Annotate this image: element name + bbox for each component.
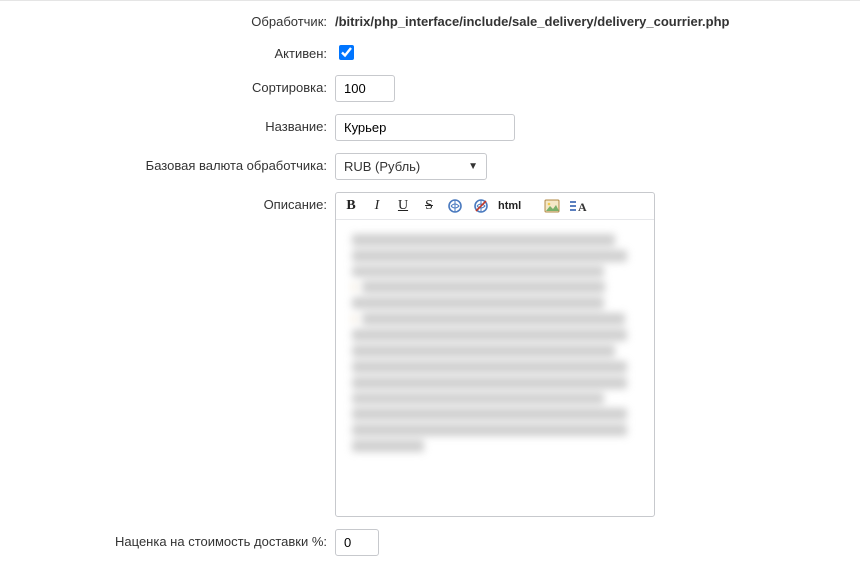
label-sort: Сортировка:: [0, 75, 335, 95]
bold-button[interactable]: B: [342, 197, 360, 215]
blurred-text-placeholder: [352, 234, 638, 452]
markup-input[interactable]: [335, 529, 379, 556]
label-name: Название:: [0, 114, 335, 134]
row-markup: Наценка на стоимость доставки %:: [0, 529, 860, 556]
currency-selected-value: RUB (Рубль): [344, 159, 420, 174]
delivery-handler-form: Обработчик: /bitrix/php_interface/includ…: [0, 0, 860, 584]
underline-button[interactable]: U: [394, 197, 412, 215]
rich-text-editor: B I U S html A: [335, 192, 655, 517]
handler-path-value: /bitrix/php_interface/include/sale_deliv…: [335, 9, 860, 29]
unlink-icon[interactable]: [472, 197, 490, 215]
row-active: Активен:: [0, 41, 860, 63]
chevron-down-icon: ▼: [468, 161, 478, 172]
editor-content[interactable]: [336, 220, 654, 516]
row-handler: Обработчик: /bitrix/php_interface/includ…: [0, 9, 860, 29]
row-currency: Базовая валюта обработчика: RUB (Рубль) …: [0, 153, 860, 180]
label-handler: Обработчик:: [0, 9, 335, 29]
label-active: Активен:: [0, 41, 335, 61]
row-description: Описание: B I U S html: [0, 192, 860, 517]
label-markup: Наценка на стоимость доставки %:: [0, 529, 335, 549]
active-checkbox[interactable]: [339, 45, 354, 60]
label-description: Описание:: [0, 192, 335, 212]
svg-text:A: A: [578, 200, 587, 213]
row-sort: Сортировка:: [0, 75, 860, 102]
link-icon[interactable]: [446, 197, 464, 215]
currency-select[interactable]: RUB (Рубль) ▼: [335, 153, 487, 180]
name-input[interactable]: [335, 114, 515, 141]
italic-button[interactable]: I: [368, 197, 386, 215]
image-icon[interactable]: [543, 197, 561, 215]
editor-toolbar: B I U S html A: [336, 193, 654, 220]
sort-input[interactable]: [335, 75, 395, 102]
text-direction-icon[interactable]: A: [569, 197, 587, 215]
label-currency: Базовая валюта обработчика:: [0, 153, 335, 173]
row-name: Название:: [0, 114, 860, 141]
strikethrough-button[interactable]: S: [420, 197, 438, 215]
html-source-button[interactable]: html: [498, 197, 521, 215]
